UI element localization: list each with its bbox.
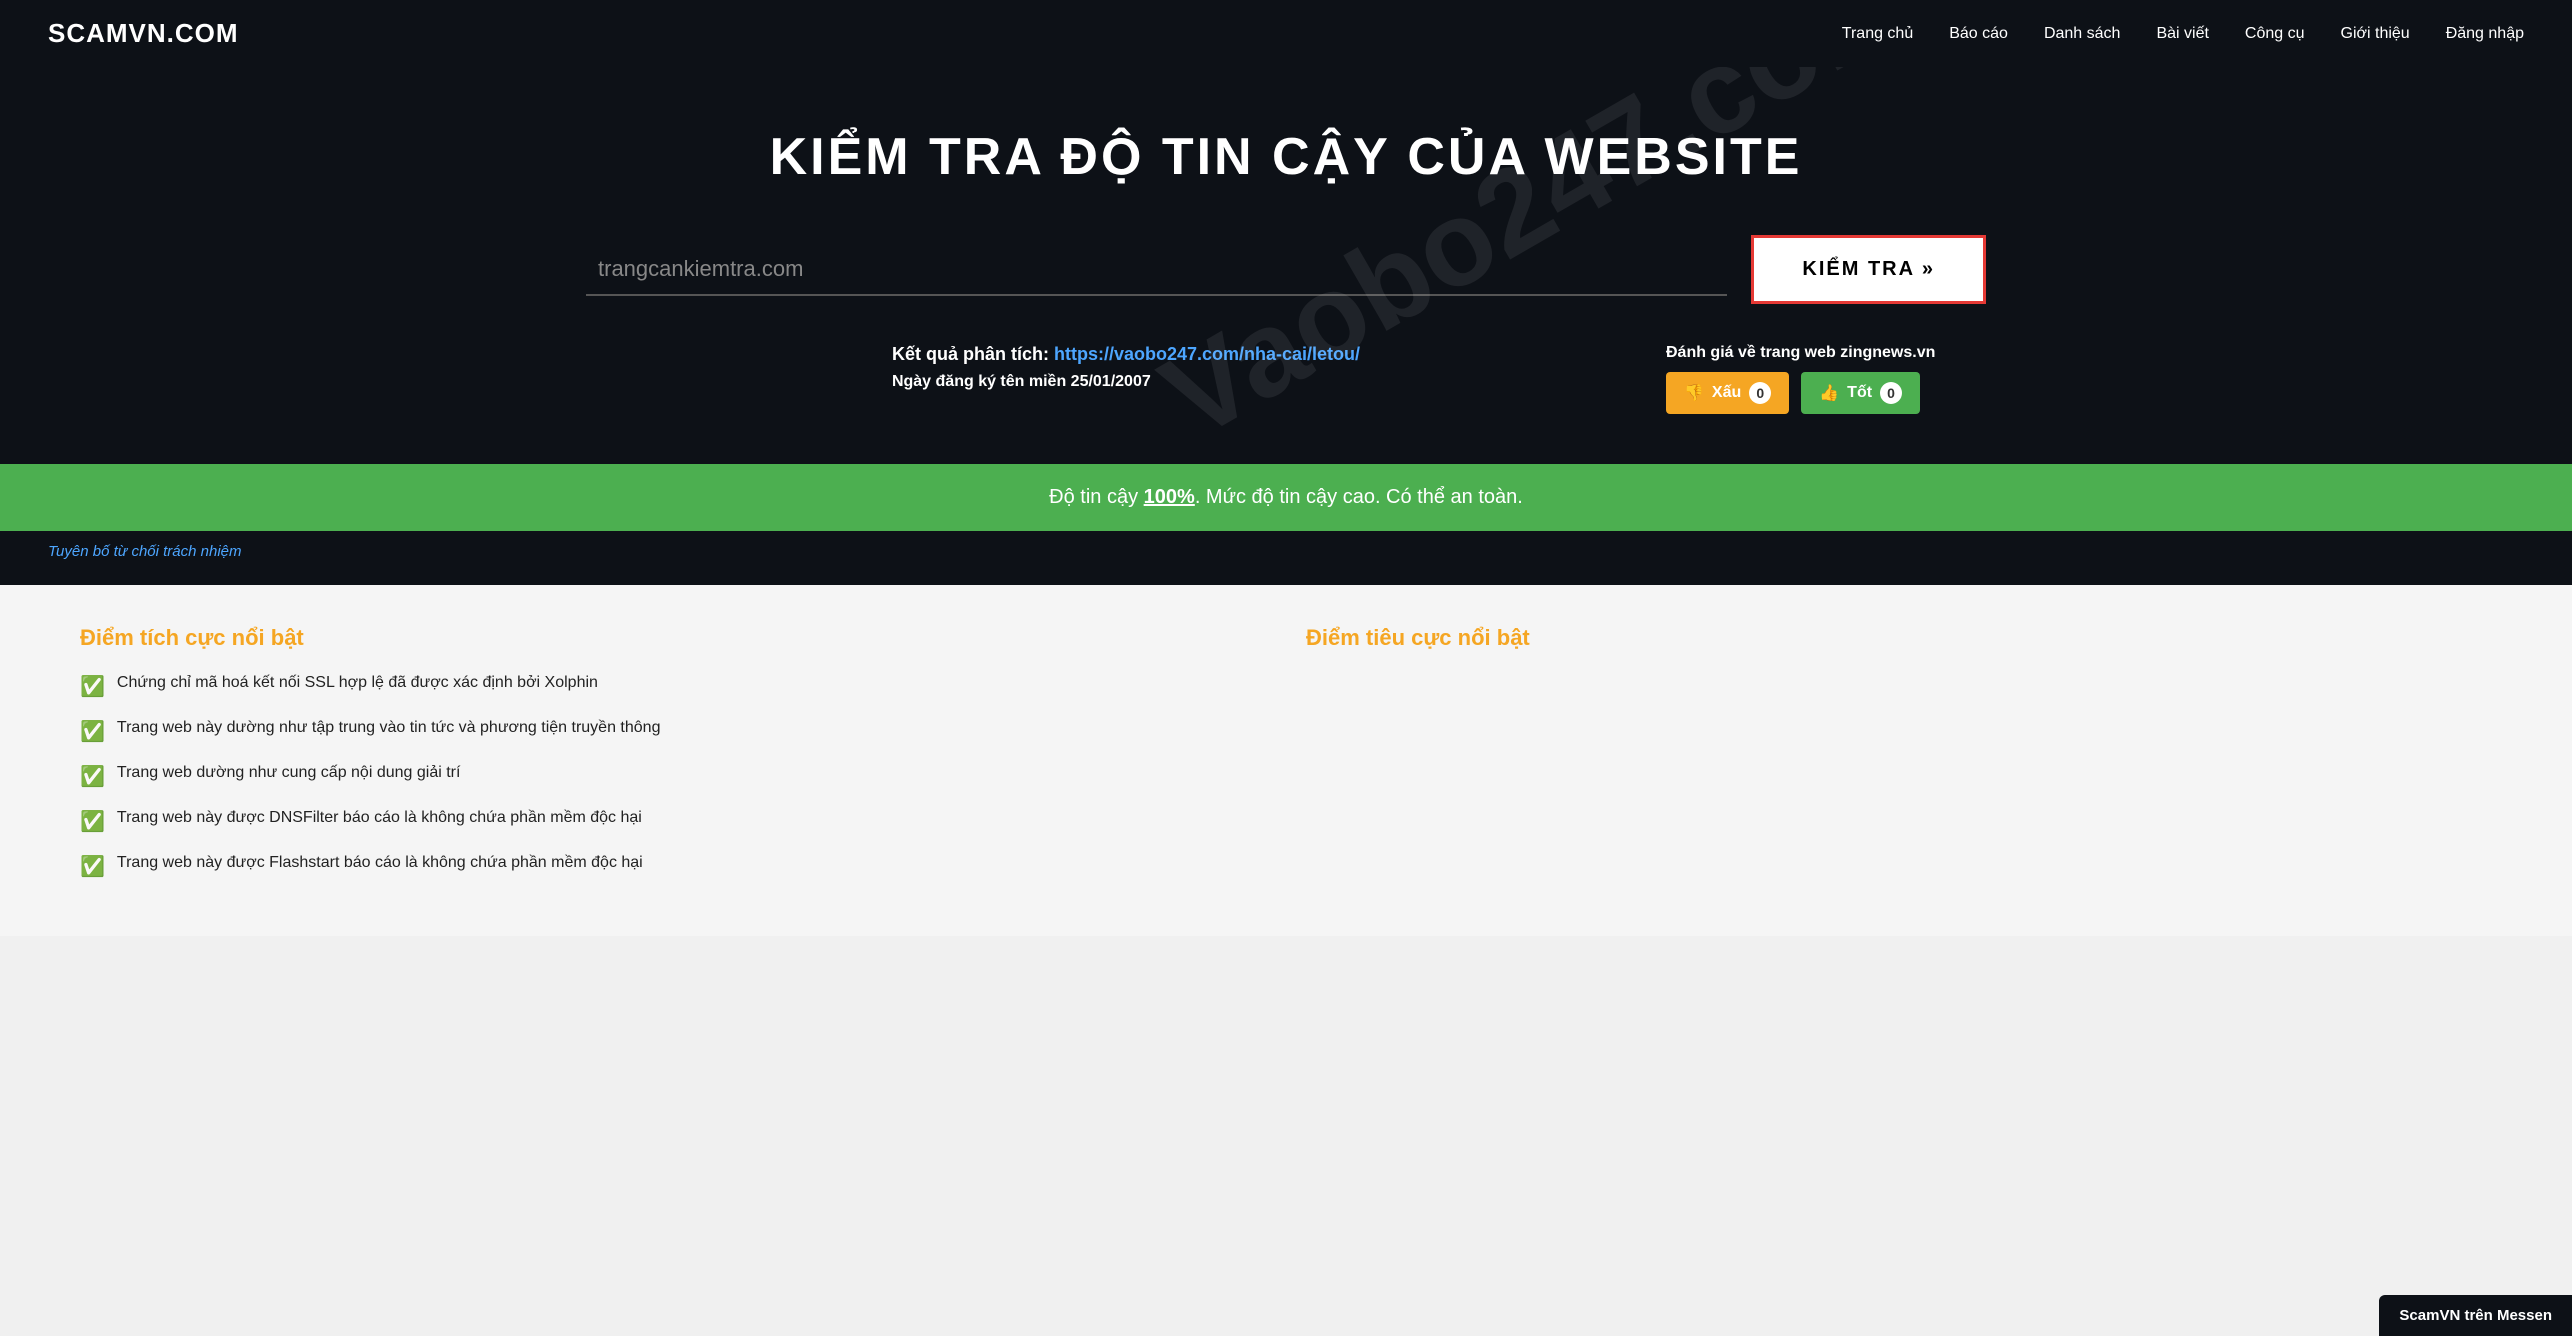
- positive-item-1: Chứng chỉ mã hoá kết nối SSL hợp lệ đã đ…: [117, 671, 598, 695]
- good-count: 0: [1880, 382, 1902, 404]
- bad-count: 0: [1749, 382, 1771, 404]
- good-label: Tốt: [1847, 384, 1872, 402]
- list-item: ✅ Trang web dường như cung cấp nội dung …: [80, 761, 1266, 792]
- messenger-badge[interactable]: ScamVN trên Messen: [2379, 1295, 2572, 1336]
- positives-column: Điểm tích cực nổi bật ✅ Chứng chỉ mã hoá…: [80, 625, 1266, 896]
- positive-item-4: Trang web này được DNSFilter báo cáo là …: [117, 806, 642, 830]
- hero-section: Vaobo247.com KIỂM TRA ĐỘ TIN CẬY CỦA WEB…: [0, 67, 2572, 464]
- nav-gioi-thieu[interactable]: Giới thiệu: [2341, 25, 2410, 43]
- thumbs-up-icon: 👍: [1819, 383, 1839, 403]
- search-input-wrapper: [586, 244, 1727, 296]
- result-url[interactable]: https://vaobo247.com/nha-cai/letou/: [1054, 344, 1360, 364]
- list-item: ✅ Trang web này dường như tập trung vào …: [80, 716, 1266, 747]
- check-icon-5: ✅: [80, 852, 105, 882]
- rating-label: Đánh giá về trang web zingnews.vn: [1666, 344, 1935, 362]
- check-icon-1: ✅: [80, 672, 105, 702]
- results-row: Kết quả phân tích: https://vaobo247.com/…: [586, 344, 1986, 414]
- disclaimer-section: Tuyên bố từ chối trách nhiệm: [0, 531, 2572, 585]
- result-date: Ngày đăng ký tên miền 25/01/2007: [892, 373, 1360, 391]
- result-label: Kết quả phân tích: https://vaobo247.com/…: [892, 344, 1360, 365]
- trust-text: Độ tin cậy 100%. Mức độ tin cậy cao. Có …: [1049, 486, 1523, 508]
- positive-item-3: Trang web dường như cung cấp nội dung gi…: [117, 761, 461, 785]
- check-icon-2: ✅: [80, 717, 105, 747]
- negatives-title: Điểm tiêu cực nổi bật: [1306, 625, 2492, 651]
- trust-bar: Độ tin cậy 100%. Mức độ tin cậy cao. Có …: [0, 464, 2572, 531]
- check-icon-4: ✅: [80, 807, 105, 837]
- trust-percent: 100%: [1144, 486, 1195, 508]
- nav-dang-nhap[interactable]: Đăng nhập: [2446, 25, 2524, 43]
- nav-bao-cao[interactable]: Báo cáo: [1949, 25, 2008, 43]
- list-item: ✅ Trang web này được Flashstart báo cáo …: [80, 851, 1266, 882]
- header: SCAMVN.COM Trang chủ Báo cáo Danh sách B…: [0, 0, 2572, 67]
- search-container: KIỂM TRA »: [586, 235, 1986, 304]
- check-icon-3: ✅: [80, 762, 105, 792]
- kiemtra-button[interactable]: KIỂM TRA »: [1751, 235, 1986, 304]
- thumbs-down-icon: 👎: [1684, 383, 1704, 403]
- rating-section: Đánh giá về trang web zingnews.vn 👎 Xấu …: [1666, 344, 1986, 414]
- bad-button[interactable]: 👎 Xấu 0: [1666, 372, 1789, 414]
- nav-danh-sach[interactable]: Danh sách: [2044, 25, 2121, 43]
- search-input[interactable]: [586, 252, 1727, 286]
- good-button[interactable]: 👍 Tốt 0: [1801, 372, 1920, 414]
- bad-label: Xấu: [1712, 384, 1741, 402]
- negatives-column: Điểm tiêu cực nổi bật: [1306, 625, 2492, 896]
- nav-bai-viet[interactable]: Bài viết: [2156, 25, 2208, 43]
- results-area: Kết quả phân tích: https://vaobo247.com/…: [892, 344, 1360, 407]
- positive-item-5: Trang web này được Flashstart báo cáo là…: [117, 851, 643, 875]
- main-nav: Trang chủ Báo cáo Danh sách Bài viết Côn…: [1842, 25, 2524, 43]
- content-section: Điểm tích cực nổi bật ✅ Chứng chỉ mã hoá…: [0, 585, 2572, 936]
- page-title: KIỂM TRA ĐỘ TIN CẬY CỦA WEBSITE: [48, 127, 2524, 187]
- list-item: ✅ Trang web này được DNSFilter báo cáo l…: [80, 806, 1266, 837]
- nav-trang-chu[interactable]: Trang chủ: [1842, 25, 1913, 43]
- positives-title: Điểm tích cực nổi bật: [80, 625, 1266, 651]
- positive-item-2: Trang web này dường như tập trung vào ti…: [117, 716, 661, 740]
- disclaimer-link[interactable]: Tuyên bố từ chối trách nhiệm: [48, 543, 242, 560]
- list-item: ✅ Chứng chỉ mã hoá kết nối SSL hợp lệ đã…: [80, 671, 1266, 702]
- site-logo[interactable]: SCAMVN.COM: [48, 18, 239, 49]
- rating-buttons: 👎 Xấu 0 👍 Tốt 0: [1666, 372, 1920, 414]
- nav-cong-cu[interactable]: Công cụ: [2245, 25, 2305, 43]
